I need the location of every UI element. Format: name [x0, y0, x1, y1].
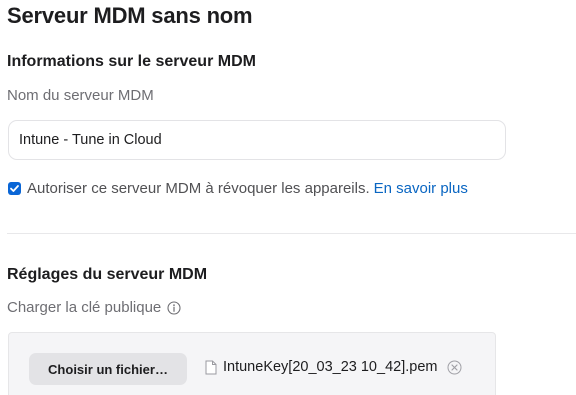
- public-key-upload-area: Choisir un fichier… IntuneKey[20_03_23 1…: [8, 332, 496, 395]
- server-info-heading: Informations sur le serveur MDM: [7, 53, 256, 70]
- file-name: IntuneKey[20_03_23 10_42].pem: [223, 359, 438, 375]
- mdm-server-page: Serveur MDM sans nom Informations sur le…: [0, 0, 576, 395]
- learn-more-link[interactable]: En savoir plus: [374, 180, 468, 197]
- public-key-label-row: Charger la clé publique: [7, 299, 181, 316]
- public-key-label: Charger la clé publique: [7, 299, 162, 316]
- revoke-devices-option: Autoriser ce serveur MDM à révoquer les …: [8, 180, 468, 197]
- server-settings-heading: Réglages du serveur MDM: [7, 266, 208, 283]
- checkmark-icon: [10, 185, 19, 192]
- revoke-devices-checkbox[interactable]: [8, 182, 21, 195]
- clear-circle-icon[interactable]: [447, 360, 462, 375]
- server-name-input[interactable]: [8, 120, 506, 160]
- page-title: Serveur MDM sans nom: [7, 3, 253, 28]
- document-icon: [205, 360, 217, 375]
- revoke-devices-label: Autoriser ce serveur MDM à révoquer les …: [27, 180, 370, 197]
- info-circle-icon[interactable]: [167, 300, 181, 315]
- server-name-label: Nom du serveur MDM: [7, 87, 154, 104]
- selected-file: IntuneKey[20_03_23 10_42].pem: [205, 359, 462, 375]
- choose-file-button[interactable]: Choisir un fichier…: [29, 353, 187, 385]
- section-divider: [7, 233, 576, 234]
